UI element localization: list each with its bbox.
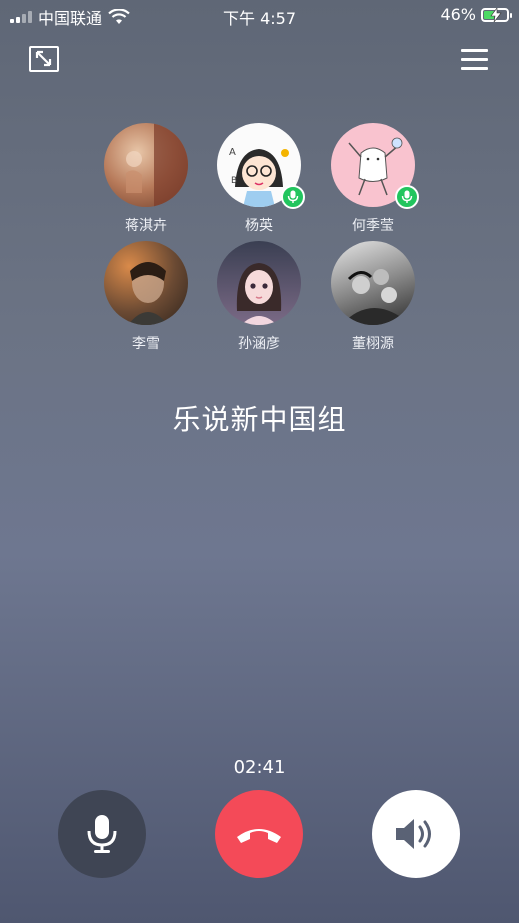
participant-name: 何季莹: [352, 218, 394, 234]
status-right: 46%: [440, 5, 512, 24]
menu-button[interactable]: [461, 48, 488, 72]
svg-text:B: B: [231, 176, 237, 186]
battery-icon: [481, 7, 512, 22]
participant-4[interactable]: 李雪: [91, 241, 201, 353]
avatar-image: [126, 123, 188, 207]
minimize-button[interactable]: [29, 46, 59, 72]
minimize-window-icon: [35, 50, 52, 67]
hamburger-menu-icon-bar: [461, 58, 488, 61]
speaker-icon: [396, 819, 431, 849]
speaking-indicator: [281, 185, 305, 209]
hamburger-menu-icon: [461, 49, 488, 52]
participant-name: 孙涵彦: [238, 336, 280, 352]
avatar: [217, 241, 301, 325]
participant-5[interactable]: 孙涵彦: [204, 241, 314, 353]
microphone-icon: [401, 190, 413, 203]
participant-6[interactable]: 董栩源: [318, 241, 428, 353]
avatar: [104, 241, 188, 325]
phone-hangup-icon: [237, 829, 281, 843]
battery-percent: 46%: [440, 5, 476, 24]
hangup-button[interactable]: [215, 790, 303, 878]
participant-name: 李雪: [132, 336, 160, 352]
call-duration: 02:41: [233, 757, 286, 778]
hamburger-menu-icon-bar: [461, 67, 488, 70]
charging-bolt-icon: [490, 7, 502, 22]
avatar-image: [128, 262, 168, 325]
microphone-icon: [287, 190, 299, 203]
avatar: [331, 123, 419, 209]
avatar-image: [236, 263, 282, 325]
svg-text:A: A: [229, 147, 236, 158]
speaker-button[interactable]: [372, 790, 460, 878]
participant-name: 蒋淇卉: [125, 218, 167, 234]
group-name: 乐说新中国组: [172, 403, 347, 436]
mute-button[interactable]: [58, 790, 146, 878]
participant-name: 董栩源: [352, 336, 394, 352]
avatar: A B: [217, 123, 305, 209]
participant-2[interactable]: A B 杨英: [204, 123, 314, 235]
participant-1[interactable]: 蒋淇卉: [91, 123, 201, 235]
participant-name: 杨英: [245, 218, 273, 234]
avatar-image: [341, 269, 411, 325]
avatar: [331, 241, 415, 325]
status-bar: 中国联通 下午 4:57 46%: [0, 0, 519, 30]
avatar: [104, 123, 188, 207]
speaking-indicator: [395, 185, 419, 209]
microphone-icon: [87, 815, 117, 853]
participant-3[interactable]: 何季莹: [318, 123, 428, 235]
